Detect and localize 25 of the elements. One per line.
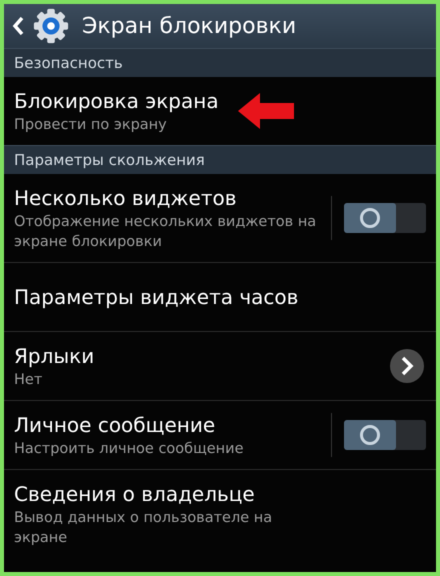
toggle-switch[interactable]	[344, 203, 426, 233]
settings-item[interactable]: Ярлыки Нет	[4, 331, 436, 400]
section-header: Безопасность	[4, 48, 436, 77]
screen-title: Экран блокировки	[82, 14, 296, 38]
item-subtitle: Отображение нескольких виджетов на экране блокировки	[14, 213, 318, 252]
gear-icon	[32, 7, 70, 45]
settings-item[interactable]: Сведения о владельце Вывод данных о пользователе на экране	[4, 469, 436, 558]
settings-item[interactable]: Параметры виджета часов	[4, 262, 436, 331]
item-title: Сведения о владельце	[14, 481, 256, 508]
settings-item[interactable]: Блокировка экрана Провести по экрану	[4, 77, 436, 145]
item-title: Ярлыки	[14, 343, 96, 370]
item-subtitle: Провести по экрану	[14, 116, 168, 135]
chevron-icon[interactable]	[390, 349, 424, 383]
settings-item[interactable]: Личное сообщение Настроить личное сообщение	[4, 400, 436, 469]
item-title: Несколько виджетов	[14, 185, 238, 212]
toggle-switch[interactable]	[344, 420, 426, 450]
settings-item[interactable]: Несколько виджетов Отображение нескольких виджетов на экране блокировки	[4, 174, 436, 262]
item-subtitle: Вывод данных о пользователе на экране	[14, 509, 274, 548]
item-title: Параметры виджета часов	[14, 284, 300, 311]
item-title: Личное сообщение	[14, 412, 216, 439]
back-icon[interactable]	[12, 16, 24, 36]
item-subtitle: Настроить личное сообщение	[14, 440, 245, 459]
item-subtitle: Нет	[14, 371, 44, 390]
item-title: Блокировка экрана	[14, 88, 220, 115]
section-header: Параметры скольжения	[4, 145, 436, 174]
